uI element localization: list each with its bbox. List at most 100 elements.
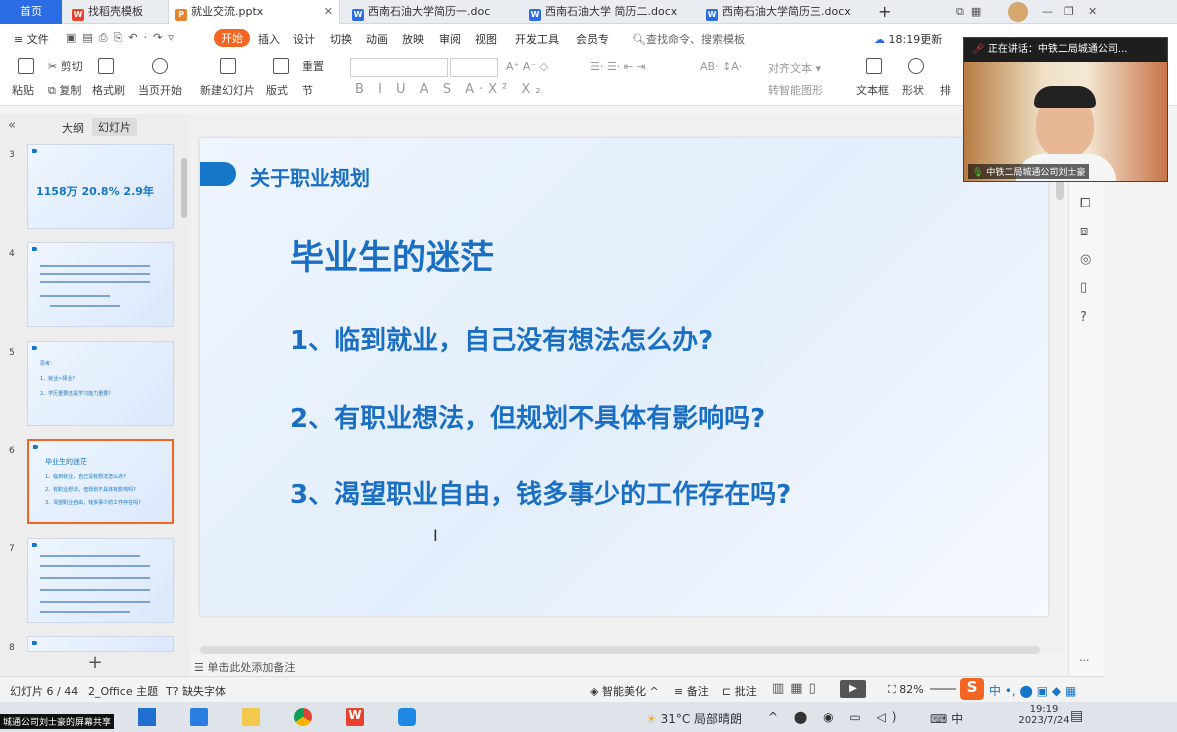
video-overlay[interactable]: 🎤︎ 正在讲话：中铁二局城通公司... 🎙︎ 中铁二局城通公司刘士豪	[963, 37, 1168, 182]
help-icon[interactable]: ?	[1080, 310, 1087, 325]
slide-thumb-8[interactable]	[27, 636, 174, 652]
slide-thumb-4[interactable]	[27, 242, 174, 327]
menu-file[interactable]: ≡ 文件	[14, 31, 49, 47]
font-size-select[interactable]	[450, 58, 498, 77]
format-painter-button[interactable]: 格式刷	[92, 82, 125, 98]
section-button[interactable]: 节	[302, 82, 313, 98]
copy-button[interactable]: ⧉ 复制	[48, 82, 81, 98]
menu-devtools[interactable]: 开发工具	[515, 31, 559, 47]
layout-icon[interactable]: ⧉	[956, 5, 964, 18]
menu-view[interactable]: 视图	[475, 31, 497, 47]
reset-button[interactable]: 重置	[302, 58, 324, 74]
add-slide-button[interactable]: +	[0, 652, 190, 676]
update-status[interactable]: ☁ 18:19更新	[874, 31, 942, 47]
zoom-level[interactable]: ⛶ 82%	[888, 683, 924, 697]
more-icon[interactable]: ···	[1079, 654, 1090, 667]
location-icon[interactable]: ◎	[1080, 252, 1091, 267]
store-icon[interactable]	[138, 708, 156, 726]
tab-templates[interactable]: W 找稻壳模板	[72, 0, 143, 24]
tab-home[interactable]: 首页	[0, 0, 62, 24]
collapse-icon[interactable]: «	[8, 118, 16, 133]
thumb-header-bar	[33, 445, 38, 449]
slides-tab[interactable]: 幻灯片	[92, 118, 137, 136]
tab-label: 西南石油大学 简历二.docx	[545, 5, 678, 18]
font-name-select[interactable]	[350, 58, 448, 77]
menu-review[interactable]: 审阅	[439, 31, 461, 47]
ime-toolbar[interactable]: 中 •, ⬤ ▣ ◆ ▦	[989, 682, 1076, 699]
list-icons[interactable]: ☰· ☰· ⇤ ⇥	[590, 60, 646, 73]
image-icon[interactable]: ⧈	[1080, 224, 1088, 239]
slide-thumb-6[interactable]: 毕业生的迷茫 1、临到就业，自己没有想法怎么办? 2、有职业想法，但规划不具体有…	[27, 439, 174, 524]
menu-design[interactable]: 设计	[293, 31, 315, 47]
menu-switch[interactable]: 切换	[330, 31, 352, 47]
scrollbar[interactable]	[181, 158, 187, 218]
menu-slideshow[interactable]: 放映	[402, 31, 424, 47]
restore-icon[interactable]: ❐	[1064, 0, 1074, 24]
thumb-text: 2、有职业想法，但规划不具体有影响吗?	[45, 487, 136, 493]
menu-insert[interactable]: 插入	[258, 31, 280, 47]
slide-thumb-5[interactable]: 思考： 1、就业>择业? 2、学历重要还是学习能力重要?	[27, 341, 174, 426]
thumb-number: 5	[9, 348, 15, 358]
tab-pptx[interactable]: P 就业交流.pptx ✕	[168, 0, 340, 24]
textbox-button[interactable]: 文本框	[856, 82, 889, 98]
outline-tab[interactable]: 大纲	[62, 120, 84, 136]
play-icon	[152, 58, 168, 74]
paste-button[interactable]: 粘贴	[12, 82, 34, 98]
slide[interactable]: 关于职业规划 毕业生的迷茫 1、临到就业，自己没有想法怎么办? 2、有职业想法，…	[200, 138, 1048, 616]
quick-access-icons[interactable]: ▣▤⎙⎘↶·↷▿	[66, 31, 180, 45]
spacing-icons[interactable]: AB· ↕A·	[700, 60, 742, 73]
thumb-line	[40, 273, 150, 275]
close-icon[interactable]: ✕	[324, 0, 333, 24]
horizontal-scrollbar[interactable]	[200, 646, 1040, 654]
play-current-button[interactable]: 当页开始	[138, 82, 182, 98]
thumb-line	[40, 601, 150, 603]
wps-icon[interactable]: W	[346, 708, 364, 726]
notes-icon: ≡	[674, 685, 687, 698]
mail-icon[interactable]	[190, 708, 208, 726]
missing-font-button[interactable]: T? 缺失字体	[166, 683, 226, 699]
tab-doc1[interactable]: W 西南石油大学简历一.doc	[352, 0, 490, 24]
smartart-button[interactable]: 转智能图形	[768, 82, 823, 98]
notes-button[interactable]: ≡ 备注	[674, 683, 709, 699]
notes-area[interactable]: ☰ 单击此处添加备注	[194, 659, 295, 675]
slide-thumb-3[interactable]: 1158万 20.8% 2.9年	[27, 144, 174, 229]
thumb-header-bar	[32, 543, 37, 547]
meeting-icon[interactable]	[398, 708, 416, 726]
arrange-button[interactable]: 排	[940, 82, 951, 98]
comment-button[interactable]: ⊏ 批注	[722, 683, 757, 699]
align-text-button[interactable]: 对齐文本 ▾	[768, 60, 821, 76]
view-mode-icons[interactable]: ▥▦▯	[772, 681, 822, 696]
beautify-button[interactable]: ◈ 智能美化 ^	[590, 683, 659, 699]
book-icon[interactable]: ▯	[1080, 280, 1087, 295]
text-format-icons[interactable]: B I U A S A·X² X₂	[355, 82, 545, 97]
search-box[interactable]: 🔍︎查找命令、搜索模板	[632, 31, 745, 47]
shape-button[interactable]: 形状	[902, 82, 924, 98]
tab-doc3[interactable]: W 西南石油大学简历三.docx	[706, 0, 851, 24]
new-slide-button[interactable]: 新建幻灯片	[200, 82, 255, 98]
clock[interactable]: 19:19 2023/7/24	[1014, 704, 1074, 726]
menu-start[interactable]: 开始	[214, 29, 250, 47]
notification-icon[interactable]: ▤	[1070, 708, 1083, 724]
zoom-slider[interactable]	[930, 688, 956, 690]
comment-icon[interactable]: ⧠	[1080, 196, 1090, 211]
folder-icon[interactable]	[242, 708, 260, 726]
sogou-icon[interactable]: S	[960, 678, 984, 700]
tab-doc2[interactable]: W 西南石油大学 简历二.docx	[529, 0, 677, 24]
weather[interactable]: ☀ 31°C 局部晴朗	[646, 710, 742, 727]
avatar[interactable]	[1008, 2, 1028, 22]
play-button[interactable]: ▶	[840, 680, 866, 698]
minimize-icon[interactable]: —	[1042, 0, 1053, 24]
cut-button[interactable]: ✂ 剪切	[48, 58, 83, 74]
slide-thumb-7[interactable]	[27, 538, 174, 623]
tray-icons[interactable]: ^ ⬤ ◉ ▭ ◁)	[768, 710, 902, 724]
new-tab-button[interactable]: +	[878, 0, 891, 24]
layout-button[interactable]: 版式	[266, 82, 288, 98]
paste-icon[interactable]	[18, 58, 34, 74]
chrome-icon[interactable]	[294, 708, 312, 726]
close-window-icon[interactable]: ✕	[1088, 0, 1097, 24]
menu-member[interactable]: 会员专	[576, 31, 609, 47]
menu-animation[interactable]: 动画	[366, 31, 388, 47]
grid-icon[interactable]: ▦	[971, 5, 981, 18]
font-size-controls[interactable]: A⁺ A⁻ ◇	[506, 60, 548, 73]
ime-indicator[interactable]: ⌨ 中	[930, 710, 963, 727]
